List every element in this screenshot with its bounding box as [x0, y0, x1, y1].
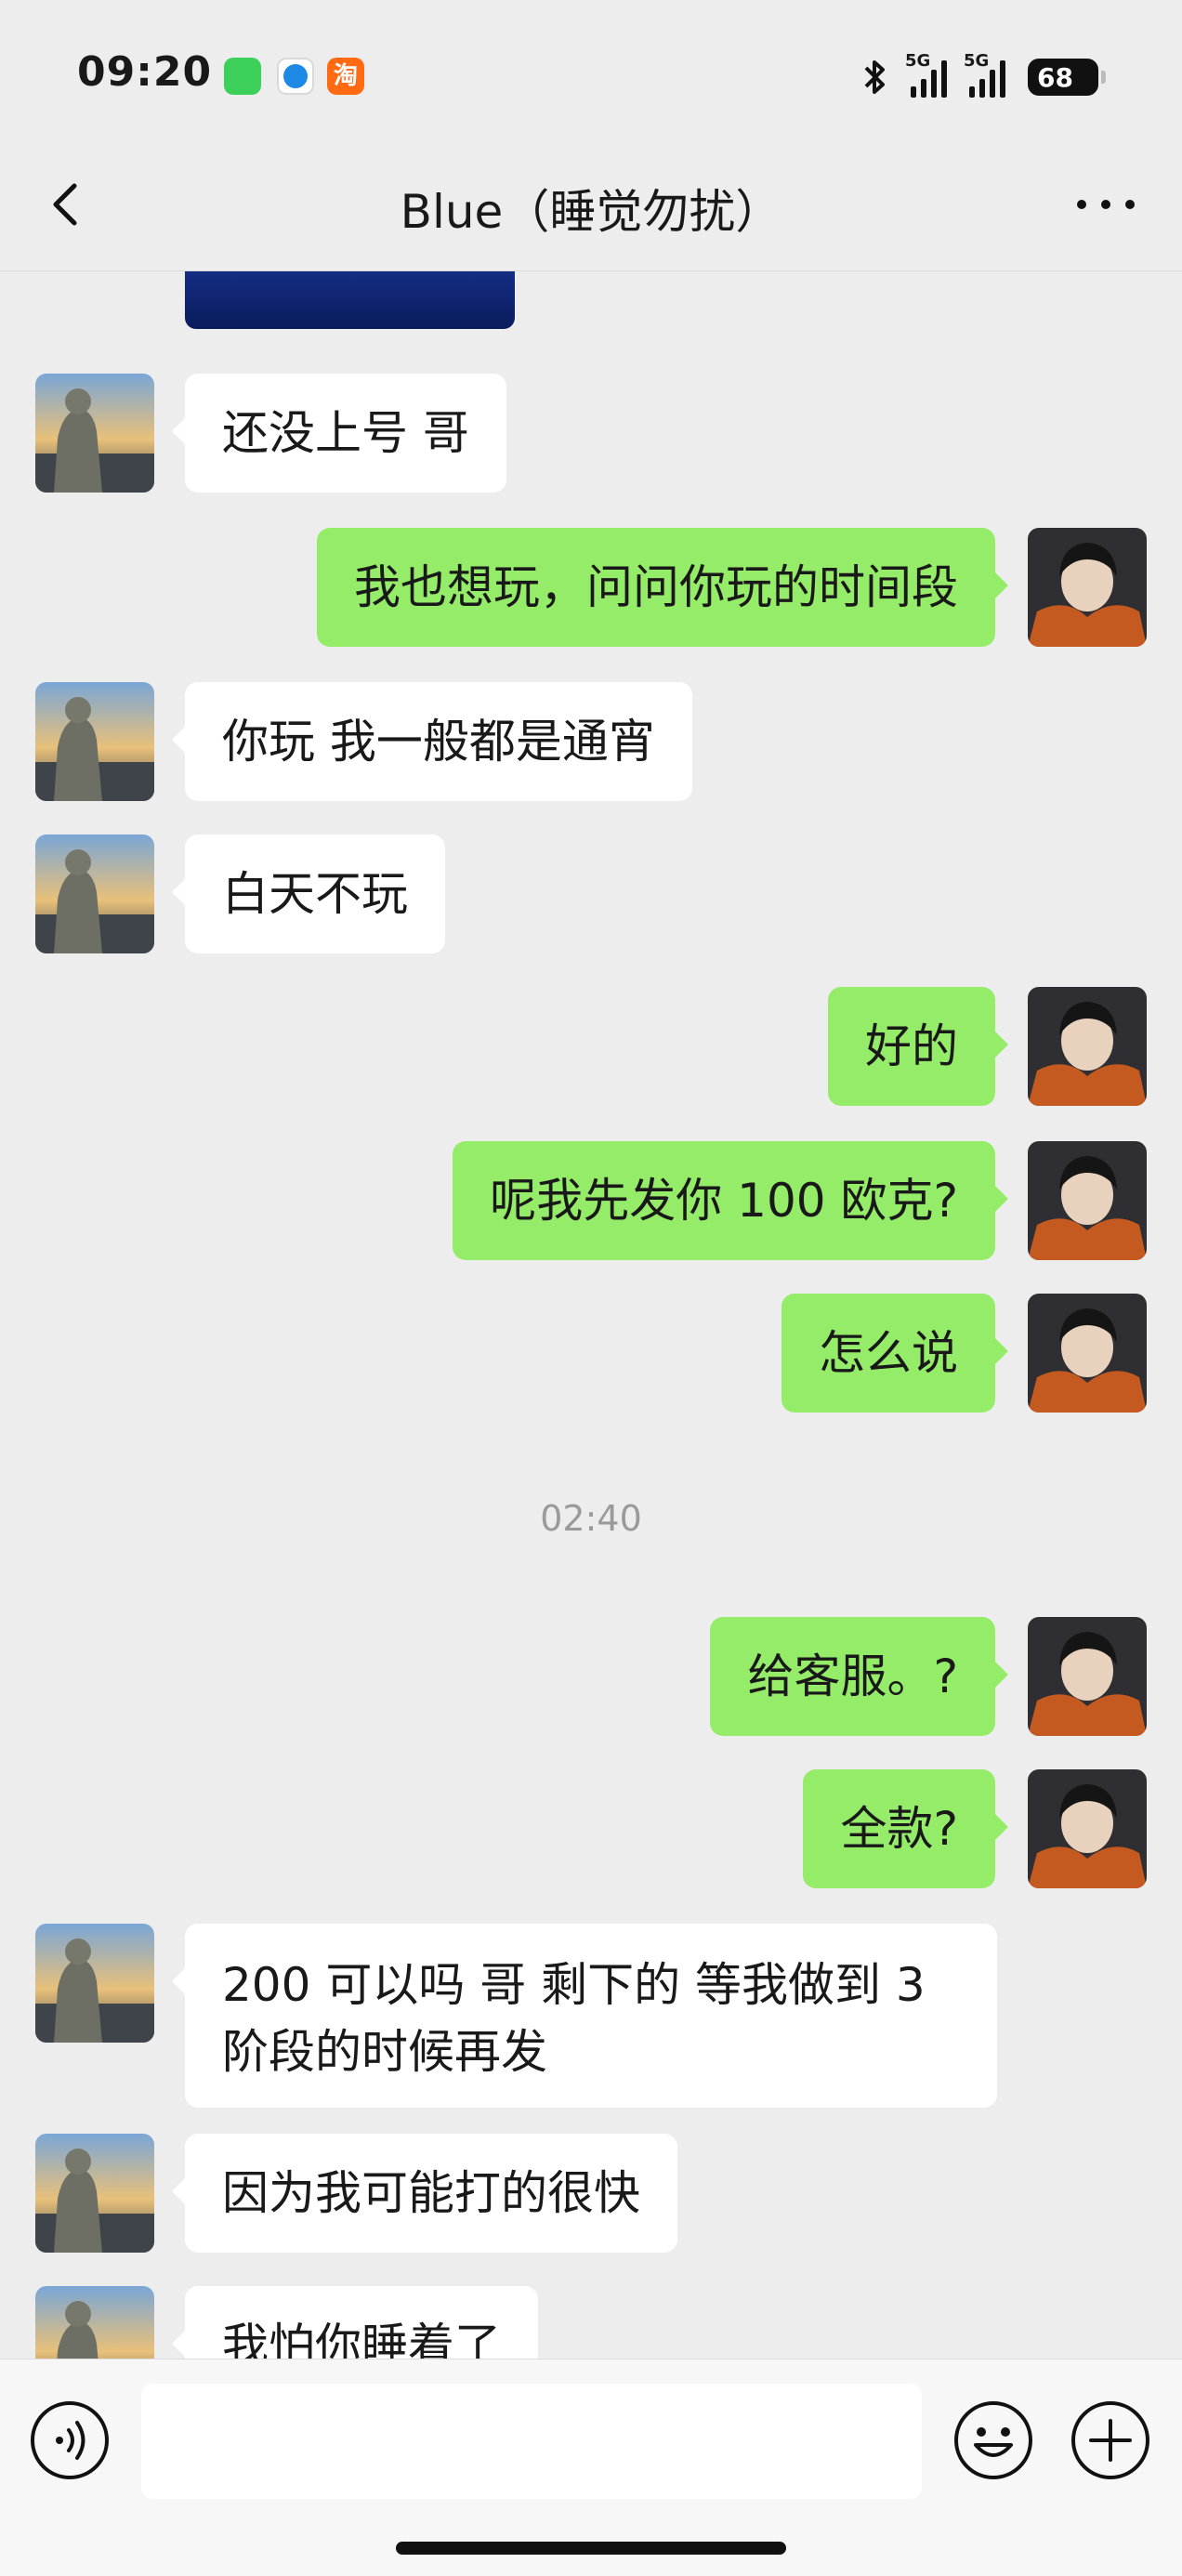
user-avatar[interactable] — [1028, 1294, 1147, 1413]
time-separator: 02:40 — [540, 1498, 642, 1539]
signal-icon: 5G — [964, 51, 1005, 98]
home-indicator[interactable] — [396, 2542, 786, 2555]
outgoing-message-bubble[interactable]: 给客服。? — [710, 1617, 1008, 1736]
incoming-message-bubble[interactable]: 200 可以吗 哥 剩下的 等我做到 3 阶段的时候再发 — [172, 1924, 997, 2108]
incoming-message-bubble[interactable]: 白天不玩 — [172, 835, 445, 953]
messages-app-icon — [224, 58, 261, 95]
contact-avatar[interactable] — [35, 1924, 154, 2043]
outgoing-message-bubble[interactable]: 好的 — [828, 987, 1008, 1106]
chat-title: Blue（睡觉勿扰） — [400, 185, 782, 239]
outgoing-message-bubble[interactable]: 我也想玩，问问你玩的时间段 — [317, 528, 1008, 647]
status-indicators: 5G 5G 68 — [862, 51, 1106, 100]
input-bar — [0, 2359, 1182, 2576]
incoming-message-bubble[interactable]: 我怕你睡着了 — [172, 2286, 538, 2359]
contact-avatar[interactable] — [35, 374, 154, 493]
incoming-message-bubble[interactable]: 还没上号 哥 — [172, 374, 506, 493]
battery-level: 68 — [1037, 61, 1073, 93]
more-dots-icon[interactable] — [1069, 177, 1143, 232]
outgoing-message-bubble[interactable]: 怎么说 — [781, 1294, 1008, 1413]
network-type-label: 5G — [964, 51, 990, 71]
outgoing-message-bubble[interactable]: 全款? — [803, 1769, 1008, 1888]
user-avatar[interactable] — [1028, 1141, 1147, 1260]
battery-icon: 68 — [1028, 59, 1106, 96]
taobao-icon: 淘 — [327, 58, 364, 95]
contact-avatar[interactable] — [35, 682, 154, 801]
message-list[interactable]: 还没上号 哥 我也想玩，问问你玩的时间段 你玩 我一般都是通宵 白天不玩 好的 … — [0, 271, 1182, 2359]
network-type-label: 5G — [905, 51, 931, 71]
voice-icon[interactable] — [28, 2399, 112, 2482]
incoming-message-bubble[interactable]: 因为我可能打的很快 — [172, 2134, 677, 2253]
user-avatar[interactable] — [1028, 987, 1147, 1106]
chat-header: Blue（睡觉勿扰） — [0, 139, 1182, 271]
message-input[interactable] — [141, 2384, 922, 2499]
status-bar: 09:20 淘 5G 5G 68 — [0, 0, 1182, 139]
emoji-icon[interactable] — [952, 2399, 1035, 2482]
plus-icon[interactable] — [1069, 2399, 1152, 2482]
outgoing-message-bubble[interactable]: 呢我先发你 100 欧克? — [453, 1141, 1008, 1260]
status-time: 09:20 — [77, 48, 213, 96]
incoming-message-bubble[interactable]: 你玩 我一般都是通宵 — [172, 682, 692, 801]
image-message-thumbnail[interactable] — [185, 271, 515, 329]
safari-icon — [277, 58, 314, 95]
bluetooth-icon — [864, 60, 885, 94]
contact-avatar[interactable] — [35, 835, 154, 953]
contact-avatar[interactable] — [35, 2286, 154, 2359]
contact-avatar[interactable] — [35, 2134, 154, 2253]
signal-icon: 5G — [905, 51, 947, 98]
user-avatar[interactable] — [1028, 528, 1147, 647]
user-avatar[interactable] — [1028, 1769, 1147, 1888]
user-avatar[interactable] — [1028, 1617, 1147, 1736]
